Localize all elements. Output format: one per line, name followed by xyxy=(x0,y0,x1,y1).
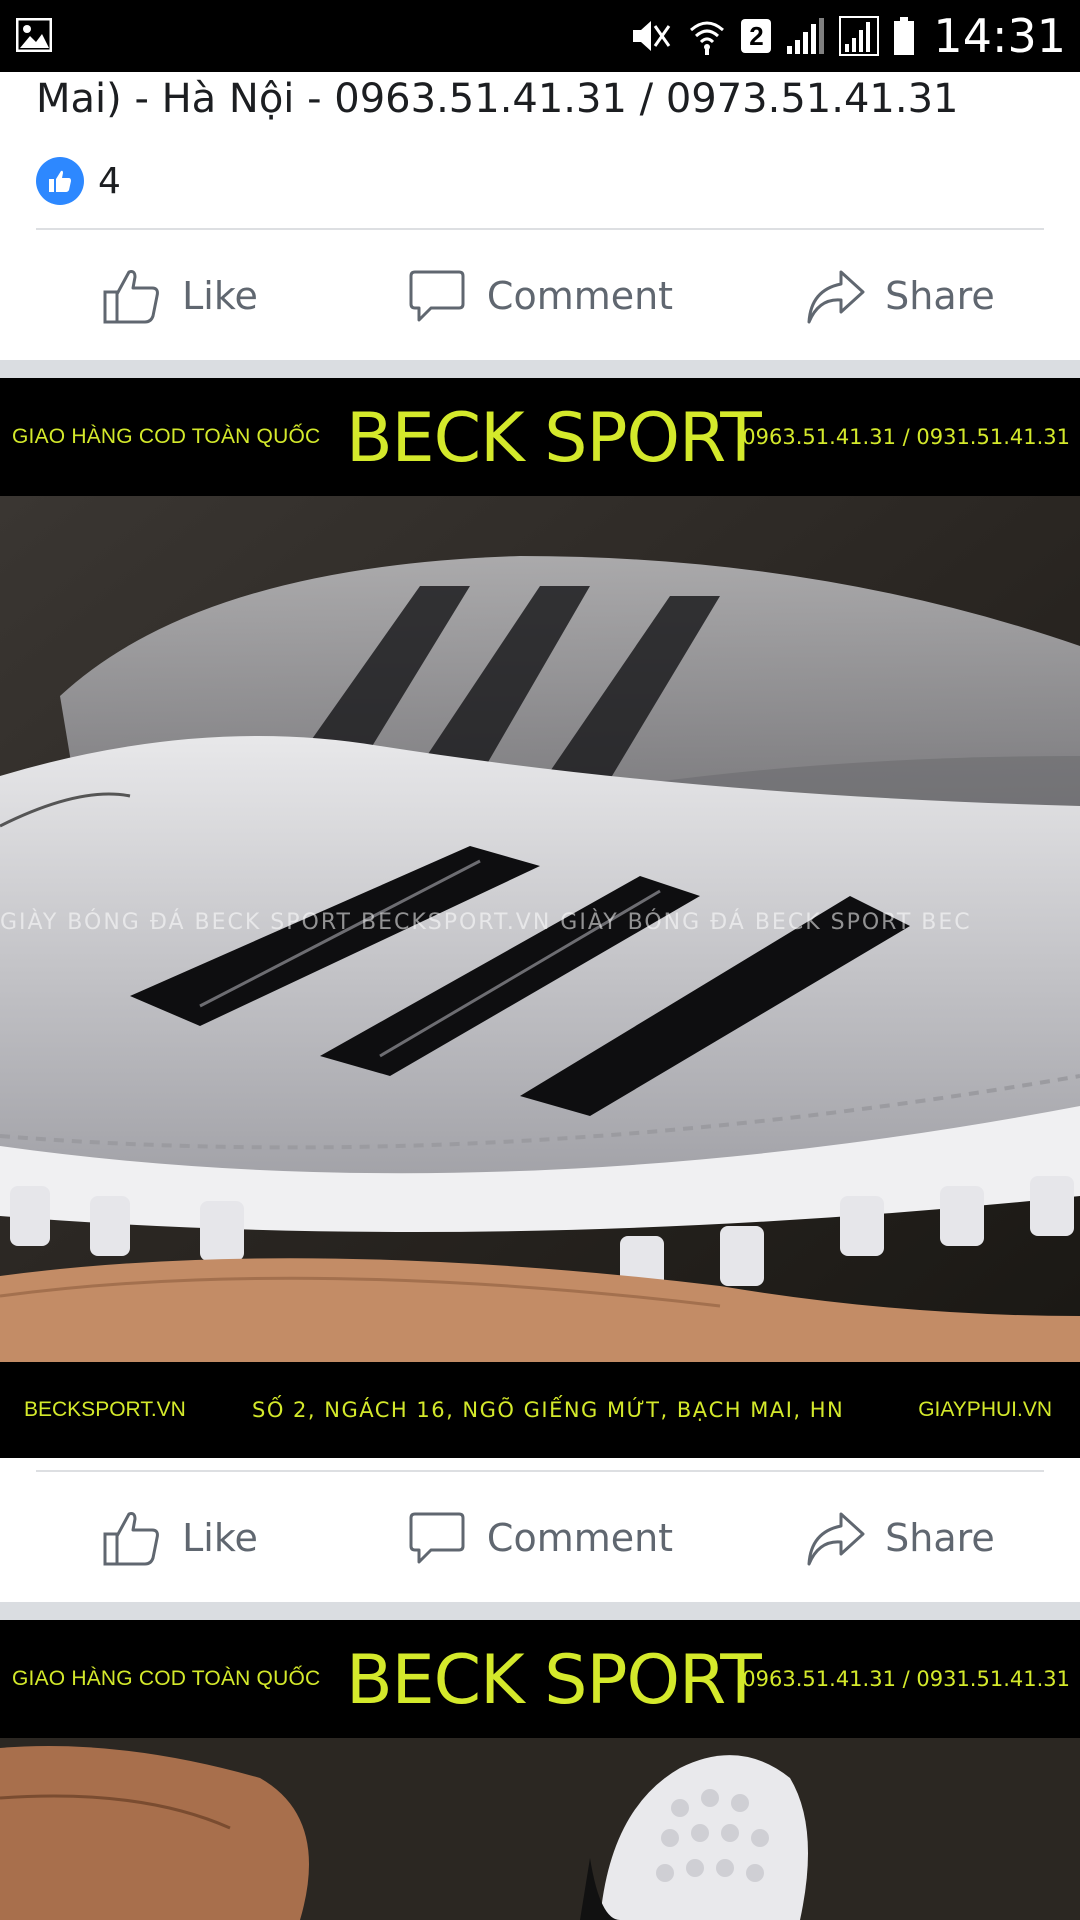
comment-label: Comment xyxy=(486,1516,674,1560)
like-button[interactable]: Like xyxy=(0,236,360,356)
gallery-icon xyxy=(16,18,52,52)
banner-delivery-text: GIAO HÀNG COD TOÀN QUỐC xyxy=(12,425,321,448)
like-label: Like xyxy=(182,1516,258,1560)
share-label: Share xyxy=(885,1516,995,1560)
mute-icon xyxy=(633,21,671,51)
clock: 14:31 xyxy=(933,9,1066,63)
sim-badge: 2 xyxy=(741,19,772,53)
share-button[interactable]: Share xyxy=(720,1478,1080,1598)
like-reaction-icon xyxy=(36,157,84,205)
image-watermark: GIÀY BÓNG ĐÁ BECK SPORT BECKSPORT.VN GIÀ… xyxy=(0,910,972,935)
wifi-icon xyxy=(690,21,725,55)
banner-phone: 0963.51.41.31 / 0931.51.41.31 xyxy=(742,425,1070,449)
share-icon xyxy=(807,270,865,324)
comment-button[interactable]: Comment xyxy=(360,236,720,356)
banner-website: BECKSPORT.VN xyxy=(24,1398,186,1421)
thumbs-up-icon xyxy=(103,270,160,324)
battery-icon xyxy=(894,17,915,55)
like-button[interactable]: Like xyxy=(0,1478,360,1598)
banner-footer: BECKSPORT.VN SỐ 2, NGÁCH 16, NGÕ GIẾNG M… xyxy=(0,1362,1080,1458)
feed-separator xyxy=(0,1602,1080,1620)
shoe-photo xyxy=(0,1738,1080,1920)
signal-icon xyxy=(787,18,825,54)
share-icon xyxy=(807,1512,865,1566)
post-action-bar: Like Comment Share xyxy=(0,236,1080,356)
comment-icon xyxy=(409,1512,465,1564)
divider xyxy=(36,228,1044,230)
banner-brand: BECK SPORT xyxy=(346,1641,762,1720)
thumbs-up-icon xyxy=(103,1512,160,1566)
banner-header: GIAO HÀNG COD TOÀN QUỐC BECK SPORT 0963.… xyxy=(0,1620,1080,1738)
like-label: Like xyxy=(182,274,258,318)
post-image[interactable]: GIAO HÀNG COD TOÀN QUỐC BECK SPORT 0963.… xyxy=(0,378,1080,1458)
banner-header: GIAO HÀNG COD TOÀN QUỐC BECK SPORT 0963.… xyxy=(0,378,1080,496)
share-label: Share xyxy=(885,274,995,318)
banner-delivery-text: GIAO HÀNG COD TOÀN QUỐC xyxy=(12,1667,321,1690)
feed-separator xyxy=(0,360,1080,378)
post-image[interactable]: GIAO HÀNG COD TOÀN QUỐC BECK SPORT 0963.… xyxy=(0,1620,1080,1920)
comment-label: Comment xyxy=(486,274,674,318)
status-bar: 2 14:31 xyxy=(0,0,1080,72)
reactions-summary[interactable]: 4 xyxy=(36,156,121,206)
banner-address: SỐ 2, NGÁCH 16, NGÕ GIẾNG MỨT, BẠCH MAI,… xyxy=(252,1398,845,1422)
banner-phone: 0963.51.41.31 / 0931.51.41.31 xyxy=(742,1667,1070,1691)
comment-button[interactable]: Comment xyxy=(360,1478,720,1598)
post-action-bar: Like Comment Share xyxy=(0,1478,1080,1598)
divider xyxy=(36,1470,1044,1472)
banner-brand: BECK SPORT xyxy=(346,399,762,478)
post-text: Mai) - Hà Nội - 0963.51.41.31 / 0973.51.… xyxy=(36,76,959,122)
banner-website-2: GIAYPHUI.VN xyxy=(918,1398,1052,1421)
reaction-count: 4 xyxy=(98,160,121,202)
share-button[interactable]: Share xyxy=(720,236,1080,356)
signal-icon xyxy=(839,16,880,56)
comment-icon xyxy=(409,270,465,322)
